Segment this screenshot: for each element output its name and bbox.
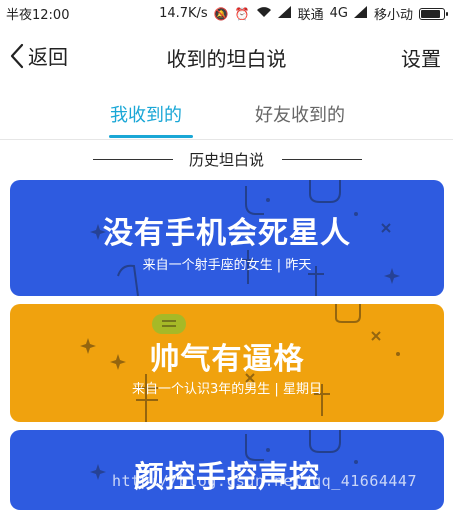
- network-speed: 14.7K/s: [159, 6, 208, 21]
- confession-card[interactable]: 帅气有逼格 来自一个认识3年的男生 | 星期日: [10, 304, 444, 422]
- network-type: 4G: [329, 6, 348, 21]
- confession-meta: 来自一个认识3年的男生 | 星期日: [132, 382, 322, 397]
- settings-button[interactable]: 设置: [401, 43, 441, 72]
- signal-icon: [277, 5, 292, 22]
- history-label: 历史坦白说: [188, 151, 264, 169]
- speech-bubble-shape: [152, 314, 186, 334]
- divider-right: [282, 159, 362, 160]
- carrier-name: 联通: [297, 8, 324, 23]
- title-bar: 返回 收到的坦白说 设置: [0, 25, 453, 87]
- active-tab-indicator: [109, 135, 193, 138]
- confession-message: 帅气有逼格: [149, 342, 305, 377]
- signal-icon-2: [353, 5, 368, 22]
- page-title: 收到的坦白说: [166, 47, 287, 71]
- mute-icon: 🔕: [213, 6, 229, 21]
- status-right: 14.7K/s 🔕 ⏰ 联通 4G 移小动: [159, 4, 448, 23]
- wifi-icon: [256, 6, 272, 22]
- watermark: http://blog.csdn.net/qq_41664447: [112, 472, 417, 490]
- alarm-icon: ⏰: [234, 6, 250, 21]
- tab-received-by-me[interactable]: 我收到的: [110, 101, 182, 127]
- tab-bar: 我收到的 好友收到的: [0, 87, 453, 140]
- status-bar: 半夜12:00 14.7K/s 🔕 ⏰ 联通 4G 移小动: [0, 0, 453, 25]
- mobile-carrier: 移小动: [373, 8, 413, 23]
- confession-card[interactable]: 颜控手控声控: [10, 430, 444, 510]
- confession-meta: 来自一个射手座的女生 | 昨天: [142, 258, 312, 273]
- status-time: 半夜12:00: [6, 8, 70, 23]
- battery-icon: [419, 7, 448, 20]
- confession-message: 没有手机会死星人: [103, 216, 351, 251]
- history-section-header: 历史坦白说: [0, 148, 453, 170]
- tab-received-by-friends[interactable]: 好友收到的: [255, 101, 345, 127]
- confession-card[interactable]: 没有手机会死星人 来自一个射手座的女生 | 昨天: [10, 180, 444, 296]
